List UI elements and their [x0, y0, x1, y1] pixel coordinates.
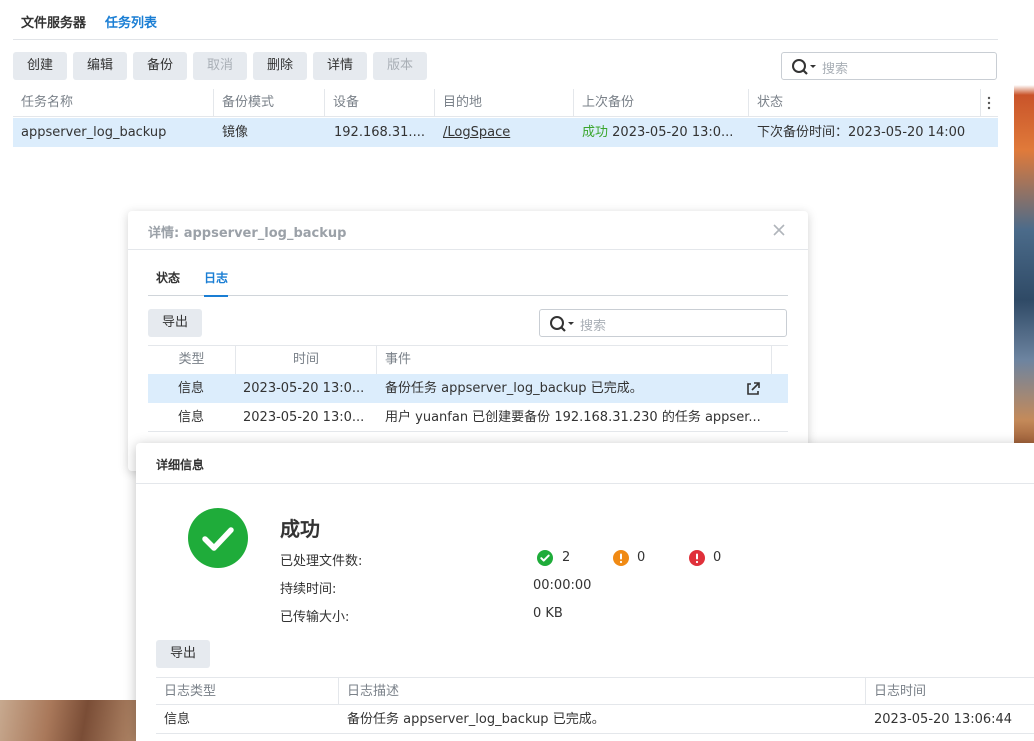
details-tabs: 状态 日志 — [148, 250, 788, 297]
detailed-info-title: 详细信息 — [156, 458, 205, 472]
desktop-wallpaper-right — [1014, 0, 1034, 443]
backup-button[interactable]: 备份 — [133, 52, 187, 80]
main-tabs: 文件服务器 任务列表 — [13, 0, 998, 40]
dialog-divider — [136, 483, 1034, 484]
log-search-input[interactable]: 搜索 — [539, 309, 787, 337]
column-header-destination[interactable]: 目的地 — [435, 89, 574, 117]
duration-label: 持续时间: — [280, 582, 337, 597]
column-header-last-backup[interactable]: 上次备份 — [574, 89, 749, 117]
destination-link[interactable]: /LogSpace — [443, 125, 510, 140]
last-backup-status: 成功 — [582, 125, 609, 140]
task-state-cell: 下次备份时间：2023-05-20 14:00 — [757, 125, 966, 140]
warning-icon — [613, 550, 629, 566]
column-header-time[interactable]: 时间 — [236, 346, 377, 374]
log-row[interactable]: 信息 2023-05-20 13:0... 备份任务 appserver_log… — [148, 374, 788, 403]
cancel-button[interactable]: 取消 — [193, 52, 247, 80]
log-table-header: 类型 时间 事件 — [148, 345, 788, 374]
task-destination-cell: /LogSpace — [435, 118, 574, 147]
log-type-cell: 信息 — [178, 410, 205, 425]
column-header-event[interactable]: 事件 — [377, 346, 772, 374]
tab-status[interactable]: 状态 — [156, 269, 180, 286]
details-dialog: 详情: appserver_log_backup 状态 日志 导出 搜索 类型 … — [128, 211, 808, 471]
search-placeholder: 搜索 — [822, 62, 849, 77]
task-device-cell: 192.168.31.... — [334, 125, 425, 140]
warning-count: 0 — [637, 550, 646, 565]
export-button[interactable]: 导出 — [148, 309, 202, 337]
column-header-device[interactable]: 设备 — [325, 89, 435, 117]
log-description-cell: 备份任务 appserver_log_backup 已完成。 — [347, 712, 605, 727]
success-icon — [537, 550, 553, 566]
transferred-size-label: 已传输大小: — [280, 610, 350, 625]
tab-task-list[interactable]: 任务列表 — [105, 12, 157, 31]
log-event-cell: 用户 yuanfan 已创建要备份 192.168.31.230 的任务 app… — [385, 410, 761, 425]
table-row[interactable]: appserver_log_backup 镜像 192.168.31.... /… — [13, 118, 998, 147]
create-button[interactable]: 创建 — [13, 52, 67, 80]
error-icon — [689, 550, 705, 566]
column-header-log-time[interactable]: 日志时间 — [866, 678, 1034, 705]
column-header-log-description[interactable]: 日志描述 — [339, 678, 866, 705]
duration-value: 00:00:00 — [533, 578, 592, 593]
desktop-wallpaper-bottom — [0, 700, 140, 741]
task-mode-cell: 镜像 — [222, 125, 249, 140]
search-icon[interactable] — [791, 58, 819, 76]
search-placeholder: 搜索 — [580, 319, 607, 334]
column-header-type[interactable]: 类型 — [148, 346, 236, 374]
result-title: 成功 — [280, 517, 320, 541]
log-time-cell: 2023-05-20 13:0... — [243, 410, 365, 425]
log-time-cell: 2023-05-20 13:06:44 — [874, 712, 1013, 727]
log-type-cell: 信息 — [178, 381, 205, 396]
log-row[interactable]: 信息 2023-05-20 13:0... 用户 yuanfan 已创建要备份 … — [148, 403, 788, 432]
tab-log[interactable]: 日志 — [204, 269, 229, 297]
table-row[interactable]: 信息 备份任务 appserver_log_backup 已完成。 2023-0… — [156, 705, 1034, 734]
version-button[interactable]: 版本 — [373, 52, 427, 80]
column-header-log-type[interactable]: 日志类型 — [156, 678, 339, 705]
task-last-backup-cell: 成功 2023-05-20 13:0... — [574, 118, 749, 147]
task-name-cell: appserver_log_backup — [21, 125, 167, 140]
close-icon[interactable] — [772, 223, 786, 237]
task-table-header: 任务名称 备份模式 设备 目的地 上次备份 状态 — [13, 89, 998, 117]
task-search-input[interactable]: 搜索 — [781, 52, 997, 80]
detailed-info-dialog: 详细信息 成功 已处理文件数: 2 0 0 持续时间: 00:00:00 已传输… — [136, 443, 1034, 741]
transferred-size-value: 0 KB — [533, 606, 563, 621]
tab-file-server[interactable]: 文件服务器 — [21, 12, 86, 31]
log-time-cell: 2023-05-20 13:0... — [243, 381, 365, 396]
column-header-status[interactable]: 状态 — [749, 89, 981, 117]
column-header-mode[interactable]: 备份模式 — [214, 89, 325, 117]
success-count: 2 — [562, 550, 571, 565]
edit-button[interactable]: 编辑 — [73, 52, 127, 80]
column-menu-icon[interactable] — [984, 95, 994, 111]
export-button[interactable]: 导出 — [156, 640, 210, 668]
details-button[interactable]: 详情 — [313, 52, 367, 80]
last-backup-time: 2023-05-20 13:0... — [612, 125, 734, 140]
column-header-name[interactable]: 任务名称 — [13, 89, 214, 117]
delete-button[interactable]: 删除 — [253, 52, 307, 80]
error-count: 0 — [713, 550, 722, 565]
result-log-table-header: 日志类型 日志描述 日志时间 — [156, 677, 1034, 705]
files-processed-label: 已处理文件数: — [280, 554, 363, 569]
details-dialog-title: 详情: appserver_log_backup — [148, 226, 347, 241]
log-event-cell: 备份任务 appserver_log_backup 已完成。 — [385, 381, 643, 396]
open-external-icon[interactable] — [745, 381, 761, 397]
log-type-cell: 信息 — [164, 712, 191, 727]
success-check-icon — [188, 508, 248, 568]
search-icon[interactable] — [549, 315, 577, 333]
